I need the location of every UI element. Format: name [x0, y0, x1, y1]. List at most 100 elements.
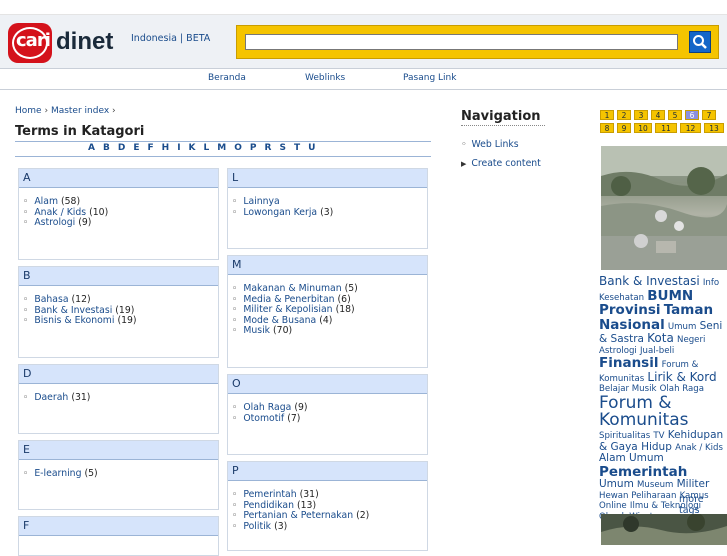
category-box-o: O Olah Raga(9)Otomotif(7) [227, 374, 428, 455]
pager-link-4[interactable]: 4 [651, 110, 665, 120]
tag-link[interactable]: Hewan Peliharaan [599, 491, 676, 501]
category-link[interactable]: Musik [243, 325, 270, 336]
category-link[interactable]: Pemerintah [243, 489, 296, 500]
nav-create-content[interactable]: ▶ Create content [461, 158, 541, 169]
pager-link-10[interactable]: 10 [634, 123, 652, 133]
alphabet-letter-p[interactable]: P [250, 143, 257, 153]
alphabet-letter-k[interactable]: K [189, 143, 196, 153]
category-link[interactable]: Anak / Kids [34, 207, 86, 218]
alphabet-letter-b[interactable]: B [103, 143, 110, 153]
search-button[interactable] [689, 31, 711, 53]
alphabet-letter-a[interactable]: A [88, 143, 95, 153]
top-strip [0, 0, 727, 15]
category-count: (31) [299, 489, 319, 500]
category-link[interactable]: Media & Penerbitan [243, 294, 334, 305]
tag-link[interactable]: Jual-beli [640, 346, 674, 356]
category-link[interactable]: Alam [34, 196, 58, 207]
pager-link-6[interactable]: 6 [685, 110, 699, 120]
category-link[interactable]: Militer & Kepolisian [243, 304, 332, 315]
pager-link-12[interactable]: 12 [680, 123, 701, 133]
breadcrumb: Home › Master index › [15, 106, 116, 116]
tag-link[interactable]: TV [653, 431, 664, 441]
alphabet-letter-m[interactable]: M [217, 143, 226, 153]
breadcrumb-home[interactable]: Home [15, 106, 42, 116]
category-link[interactable]: Politik [243, 521, 271, 532]
tag-link[interactable]: Kota [647, 331, 674, 345]
category-link[interactable]: Bank & Investasi [34, 305, 112, 316]
tag-link[interactable]: Umum [599, 478, 634, 490]
pager-link-13[interactable]: 13 [704, 123, 724, 133]
pager-link-11[interactable]: 11 [655, 123, 677, 133]
category-item: Politik(3) [232, 520, 369, 533]
alphabet-letter-h[interactable]: H [162, 143, 170, 153]
tag-link[interactable]: Forum & Komunitas [599, 393, 688, 431]
category-count: (3) [274, 520, 288, 532]
main-nav: Beranda Weblinks Pasang Link [0, 69, 727, 90]
category-link[interactable]: Pertanian & Peternakan [243, 510, 353, 521]
breadcrumb-master-index[interactable]: Master index [51, 106, 109, 116]
alphabet-letter-e[interactable]: E [133, 143, 139, 153]
category-link[interactable]: Pendidikan [243, 500, 294, 511]
category-link[interactable]: Mode & Busana [243, 315, 316, 326]
category-count: (5) [84, 468, 98, 479]
pager-link-1[interactable]: 1 [600, 110, 614, 120]
tag-link[interactable]: Lirik & Kord [647, 370, 716, 384]
category-item: Daerah(31) [23, 392, 90, 404]
category-link[interactable]: Bahasa [34, 294, 68, 305]
tag-link[interactable]: Spiritualitas [599, 431, 650, 441]
pager-link-5[interactable]: 5 [668, 110, 682, 120]
category-header: L [228, 169, 427, 188]
category-link[interactable]: Astrologi [34, 217, 75, 228]
category-link[interactable]: Lowongan Kerja [243, 207, 317, 218]
nav-item-beranda[interactable]: Beranda [208, 73, 246, 83]
tag-link[interactable]: Negeri [677, 335, 705, 345]
pager-link-3[interactable]: 3 [634, 110, 648, 120]
alphabet-letter-i[interactable]: I [177, 143, 180, 153]
tag-link[interactable]: Bank & Investasi [599, 274, 700, 288]
alphabet-letter-r[interactable]: R [265, 143, 272, 153]
alphabet-letter-u[interactable]: U [308, 143, 315, 153]
featured-photo[interactable] [601, 146, 727, 270]
alphabet-letter-l[interactable]: L [204, 143, 210, 153]
category-list: Pemerintah(31) Pendidikan(13)Pertanian & … [232, 489, 370, 533]
pager-link-7[interactable]: 7 [702, 110, 716, 120]
category-link[interactable]: Otomotif [243, 413, 284, 424]
category-box-f: F [18, 516, 219, 556]
tag-link[interactable]: Alam [599, 452, 626, 464]
category-count: (2) [356, 510, 370, 521]
alphabet-letter-s[interactable]: S [279, 143, 285, 153]
nav-item-pasang-link[interactable]: Pasang Link [403, 73, 456, 83]
category-list: Olah Raga(9)Otomotif(7) [232, 402, 307, 424]
tag-link[interactable]: Militer [677, 478, 710, 490]
category-header: O [228, 375, 427, 394]
category-header: P [228, 462, 427, 481]
pager-link-2[interactable]: 2 [617, 110, 631, 120]
tag-link[interactable]: Anak / Kids [675, 443, 723, 453]
category-count: (13) [296, 499, 317, 511]
secondary-photo[interactable] [601, 514, 727, 545]
pager-link-8[interactable]: 8 [600, 123, 614, 133]
more-tags-link[interactable]: more tags [679, 494, 727, 516]
category-link[interactable]: E-learning [34, 468, 81, 479]
tag-link[interactable]: Umum [629, 452, 664, 464]
category-link[interactable]: Olah Raga [243, 402, 291, 413]
alphabet-letter-d[interactable]: D [118, 143, 125, 153]
nav-item-weblinks[interactable]: Weblinks [305, 73, 345, 83]
pager-link-9[interactable]: 9 [617, 123, 631, 133]
category-link[interactable]: Makanan & Minuman [243, 283, 341, 294]
category-link[interactable]: Lainnya [243, 196, 279, 207]
nav-web-links[interactable]: ◦ Web Links [461, 139, 519, 150]
search-input[interactable] [245, 34, 678, 50]
category-count: (10) [89, 206, 109, 218]
category-link[interactable]: Bisnis & Ekonomi [34, 315, 114, 326]
tag-cloud: Bank & Investasi Info Kesehatan BUMN Pro… [599, 275, 725, 522]
category-link[interactable]: Daerah [34, 392, 68, 403]
tag-link[interactable]: Umum [668, 322, 696, 332]
alphabet-letter-f[interactable]: F [147, 143, 153, 153]
tag-link[interactable]: Museum [637, 480, 673, 490]
site-logo[interactable]: cari dinet [8, 23, 120, 63]
alphabet-letter-t[interactable]: T [294, 143, 300, 153]
tag-link[interactable]: Astrologi [599, 346, 637, 356]
alphabet-letter-o[interactable]: O [234, 143, 242, 153]
region-label[interactable]: Indonesia | BETA [131, 33, 210, 44]
